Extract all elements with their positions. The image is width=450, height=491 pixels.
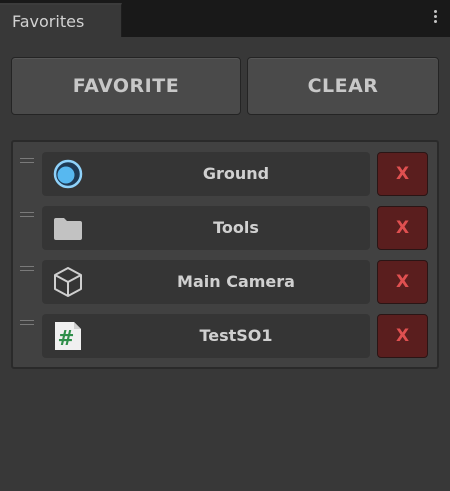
list-item: # TestSO1 X bbox=[13, 314, 437, 360]
folder-icon bbox=[54, 218, 82, 240]
tab-favorites[interactable]: Favorites bbox=[0, 3, 122, 37]
drag-handle-icon[interactable] bbox=[20, 320, 34, 326]
item-label: TestSO1 bbox=[199, 326, 273, 345]
remove-button[interactable]: X bbox=[377, 314, 428, 358]
favorite-item-testso1[interactable]: # TestSO1 bbox=[42, 314, 370, 358]
tab-bar: Favorites bbox=[0, 0, 450, 37]
favorites-list: Ground X Tools X Main Camera X # TestSO1… bbox=[11, 140, 439, 369]
list-item: Tools X bbox=[13, 206, 437, 252]
svg-text:#: # bbox=[58, 326, 75, 350]
item-label: Tools bbox=[213, 218, 259, 237]
clear-button[interactable]: CLEAR bbox=[247, 57, 439, 115]
remove-button[interactable]: X bbox=[377, 152, 428, 196]
sphere-icon bbox=[53, 159, 83, 189]
favorite-item-tools[interactable]: Tools bbox=[42, 206, 370, 250]
item-label: Main Camera bbox=[177, 272, 295, 291]
drag-handle-icon[interactable] bbox=[20, 266, 34, 272]
favorites-window: Favorites FAVORITE CLEAR Ground X Tools … bbox=[0, 0, 450, 491]
cube-icon bbox=[54, 267, 82, 297]
favorite-item-main-camera[interactable]: Main Camera bbox=[42, 260, 370, 304]
item-label: Ground bbox=[202, 164, 270, 183]
remove-button[interactable]: X bbox=[377, 260, 428, 304]
drag-handle-icon[interactable] bbox=[20, 212, 34, 218]
list-item: Ground X bbox=[13, 152, 437, 198]
drag-handle-icon[interactable] bbox=[20, 158, 34, 164]
more-options-icon[interactable] bbox=[434, 10, 438, 26]
tab-label: Favorites bbox=[12, 12, 85, 31]
favorite-item-ground[interactable]: Ground bbox=[42, 152, 370, 196]
list-item: Main Camera X bbox=[13, 260, 437, 306]
remove-button[interactable]: X bbox=[377, 206, 428, 250]
script-file-icon: # bbox=[55, 322, 81, 350]
favorite-button[interactable]: FAVORITE bbox=[11, 57, 241, 115]
